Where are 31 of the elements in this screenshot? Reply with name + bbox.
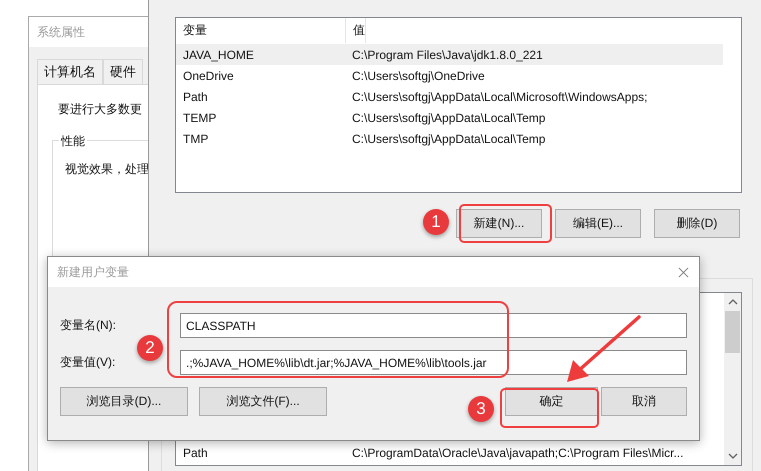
- column-header[interactable]: 值: [346, 18, 366, 43]
- group-text: 视觉效果，处理: [65, 162, 149, 176]
- browse-button[interactable]: 浏览目录(D)...: [60, 387, 188, 416]
- scroll-thumb[interactable]: [725, 311, 740, 353]
- browse-button[interactable]: 浏览文件(F)...: [199, 387, 327, 416]
- dialog-button[interactable]: 取消: [601, 387, 687, 416]
- field-label: 变量名(N):: [60, 317, 117, 334]
- field-label: 变量值(V):: [60, 354, 116, 371]
- list-row[interactable]: OneDrive C:\Users\softgj\OneDrive: [176, 65, 723, 86]
- input-field[interactable]: CLASSPATH: [180, 313, 687, 338]
- tab[interactable]: 硬件: [103, 59, 143, 84]
- notice-text: 要进行大多数更: [58, 101, 143, 118]
- window-title: 系统属性: [29, 17, 151, 47]
- list-row[interactable]: TEMP C:\Users\softgj\AppData\Local\Temp: [176, 107, 723, 128]
- list-row[interactable]: TMP C:\Users\softgj\AppData\Local\Temp: [176, 128, 723, 149]
- tab[interactable]: 计算机名: [37, 59, 103, 84]
- group-title: 性能: [59, 133, 87, 150]
- dialog-button[interactable]: 删除(D): [654, 209, 740, 238]
- dialog-title: 新建用户变量: [57, 264, 129, 280]
- list-row[interactable]: JAVA_HOME C:\Program Files\Java\jdk1.8.0_221: [176, 44, 723, 65]
- dialog-button[interactable]: 编辑(E)...: [555, 209, 641, 238]
- list-row[interactable]: Path C:\Users\softgj\AppData\Local\Microsoft\WindowsApps;: [176, 86, 723, 107]
- list-row[interactable]: Path C:\ProgramData\Oracle\Java\javapath;C:\Program Files\Micr...: [176, 442, 724, 463]
- dialog-button[interactable]: 确定: [505, 387, 598, 416]
- dialog-button[interactable]: 新建(N)...: [456, 209, 542, 238]
- input-field[interactable]: .;%JAVA_HOME%\lib\dt.jar;%JAVA_HOME%\lib\tools.jar: [180, 350, 687, 375]
- scroll-down-icon[interactable]: [728, 453, 738, 459]
- close-icon[interactable]: [678, 266, 689, 278]
- scroll-up-icon[interactable]: [728, 299, 738, 305]
- scrollbar[interactable]: [724, 293, 741, 465]
- column-header[interactable]: 变量: [176, 18, 346, 43]
